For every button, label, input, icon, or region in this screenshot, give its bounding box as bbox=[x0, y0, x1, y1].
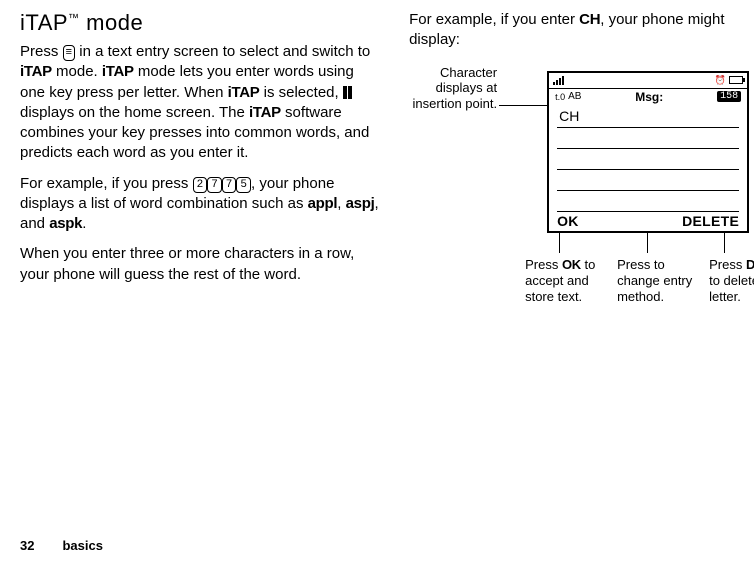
p1-itap-2: iTAP bbox=[102, 63, 134, 80]
p1-text-c: mode. bbox=[52, 63, 102, 80]
keycap-5: 5 bbox=[236, 177, 251, 193]
softkey-left-ok: OK bbox=[557, 213, 579, 229]
text-mode-indicator: AB bbox=[568, 91, 581, 102]
p1-text-f: displays on the home screen. The bbox=[20, 104, 249, 121]
page-number: 32 bbox=[20, 538, 34, 553]
annotation-delete: Press DELETE to delete the letter. bbox=[709, 257, 754, 306]
keycap-7a: 7 bbox=[207, 177, 222, 193]
message-textarea: CH bbox=[557, 107, 739, 211]
right-column: For example, if you enter CH, your phone… bbox=[409, 10, 734, 321]
alarm-icon: ⏰ bbox=[715, 75, 726, 86]
menu-key-icon: ≡ bbox=[63, 45, 76, 61]
status-bar: ⏰ bbox=[549, 73, 747, 89]
p1-itap-3: iTAP bbox=[228, 84, 260, 101]
paragraph-3: When you enter three or more characters … bbox=[20, 244, 379, 285]
annotation-method: Press to change entry method. bbox=[617, 257, 707, 306]
left-column: iTAP™ mode Press ≡ in a text entry scree… bbox=[20, 10, 379, 321]
softkey-right-delete: DELETE bbox=[682, 213, 739, 229]
p2-word-2: aspj bbox=[346, 195, 375, 212]
title-bar: t.0 AB Msg: 158 bbox=[549, 89, 747, 105]
leader-line-delete bbox=[724, 233, 725, 253]
section-name: basics bbox=[62, 538, 102, 553]
annotation-ok: Press OK to accept and store text. bbox=[525, 257, 609, 306]
heading-itap: iTAP bbox=[20, 10, 68, 35]
p2-word-1: appl bbox=[308, 195, 338, 212]
p2-text-a: For example, if you press bbox=[20, 175, 193, 192]
signal-icon bbox=[553, 76, 564, 85]
trademark-symbol: ™ bbox=[68, 13, 80, 25]
entered-text: CH bbox=[559, 108, 579, 124]
p1-itap-1: iTAP bbox=[20, 63, 52, 80]
annot3-b: to delete the letter. bbox=[709, 273, 754, 304]
annot1-a: Press bbox=[525, 257, 562, 272]
paragraph-2: For example, if you press 2775, your pho… bbox=[20, 174, 379, 235]
leader-line-ok bbox=[559, 233, 560, 253]
screen-title: Msg: bbox=[635, 90, 663, 104]
side-label-character: Character displays at insertion point. bbox=[409, 65, 497, 112]
battery-icon bbox=[729, 76, 743, 84]
phone-illustration: Character displays at insertion point. ⏰ bbox=[409, 61, 734, 321]
heading-itap-mode: iTAP™ mode bbox=[20, 10, 379, 36]
p2-comma-1: , bbox=[337, 195, 345, 212]
p2-word-3: aspk bbox=[49, 215, 82, 232]
ex-entry: CH bbox=[579, 11, 600, 28]
p1-text-b: in a text entry screen to select and swi… bbox=[75, 43, 370, 60]
keycap-2: 2 bbox=[193, 177, 208, 193]
paragraph-example: For example, if you enter CH, your phone… bbox=[409, 10, 734, 51]
p1-itap-4: iTAP bbox=[249, 104, 281, 121]
annot3-key: DELETE bbox=[746, 257, 754, 272]
keycap-7b: 7 bbox=[222, 177, 237, 193]
reception-label: t.0 bbox=[555, 92, 565, 102]
softkey-bar: OK DELETE bbox=[549, 213, 747, 229]
leader-line-method bbox=[647, 233, 648, 253]
char-counter: 158 bbox=[717, 91, 741, 102]
p1-text-a: Press bbox=[20, 43, 63, 60]
paragraph-1: Press ≡ in a text entry screen to select… bbox=[20, 42, 379, 164]
p1-text-e: is selected, bbox=[259, 84, 342, 101]
heading-mode: mode bbox=[80, 10, 144, 35]
annot1-key: OK bbox=[562, 257, 581, 272]
itap-indicator-icon bbox=[343, 86, 352, 99]
ex-text-a: For example, if you enter bbox=[409, 11, 579, 28]
page-footer: 32 basics bbox=[20, 538, 103, 553]
p2-period: . bbox=[82, 215, 86, 232]
annot3-a: Press bbox=[709, 257, 746, 272]
phone-screen: ⏰ t.0 AB Msg: 158 CH bbox=[547, 71, 749, 233]
